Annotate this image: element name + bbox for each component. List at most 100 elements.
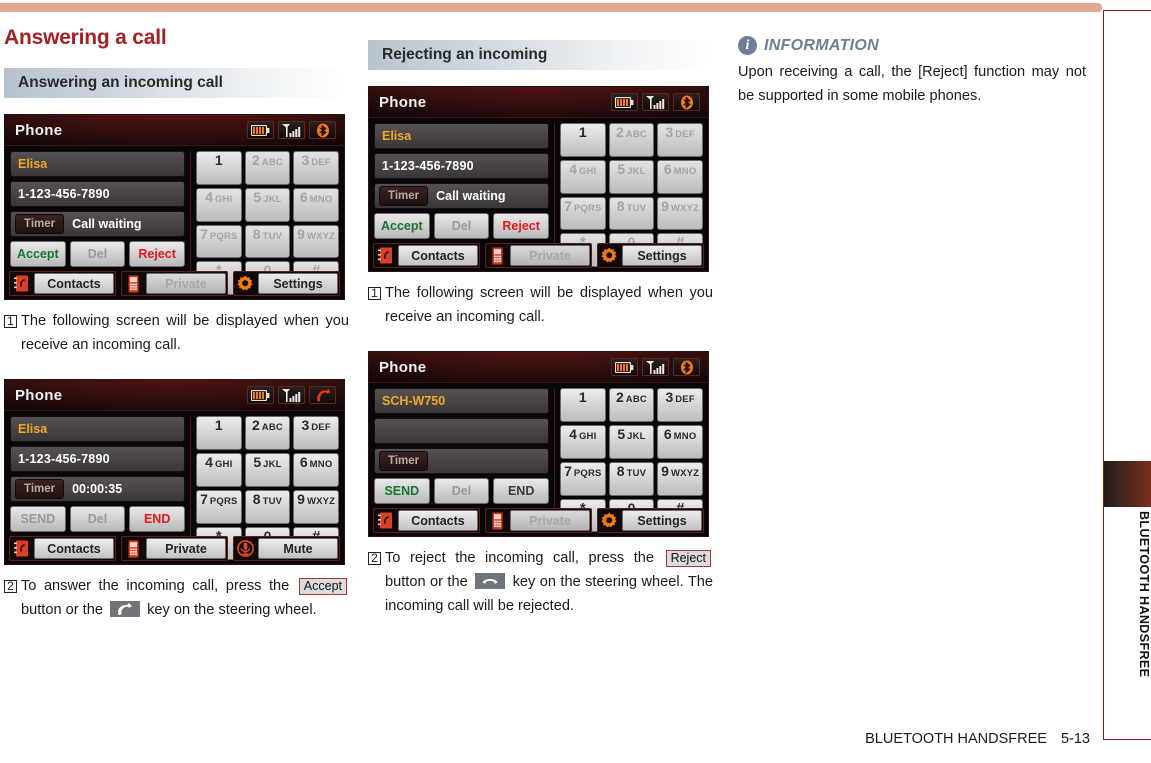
- softkey-del[interactable]: Del: [69, 506, 126, 533]
- footer-button-label: Contacts: [398, 510, 478, 532]
- keypad-key-letters: MNO: [673, 165, 697, 177]
- softkey-end[interactable]: END: [129, 506, 186, 533]
- keypad-key-8[interactable]: 8 TUV: [608, 461, 655, 496]
- keypad-key-7[interactable]: 7 PQRS: [560, 196, 606, 231]
- softkey-accept[interactable]: Accept: [374, 213, 430, 239]
- signal-icon: [642, 93, 669, 111]
- keypad-key-9[interactable]: 9 WXYZ: [293, 224, 339, 259]
- keypad-key-1[interactable]: 1: [560, 388, 606, 423]
- page-title: Answering a call: [4, 26, 167, 49]
- battery-icon: [611, 358, 638, 377]
- keypad-key-8[interactable]: 8 TUV: [244, 489, 291, 524]
- softkey-reject[interactable]: Reject: [129, 241, 186, 267]
- keypad-key-9[interactable]: 9 WXYZ: [293, 489, 339, 524]
- chapter-tab-marker: [1104, 461, 1151, 507]
- caller-number-field: 1-123-456-7890: [10, 446, 185, 473]
- phone-answer-icon: [110, 600, 141, 617]
- footer-button-label: Settings: [622, 245, 702, 266]
- information-title: INFORMATION: [764, 36, 879, 54]
- gear-icon: [235, 273, 255, 294]
- screen-title: Phone: [379, 358, 427, 376]
- keypad-key-9[interactable]: 9 WXYZ: [657, 461, 703, 496]
- middle-column: Rejecting an incoming Phone Elisa 1-123-…: [368, 40, 713, 618]
- subsection-heading-rejecting: Rejecting an incoming: [368, 40, 713, 70]
- keypad-key-2[interactable]: 2 ABC: [244, 151, 291, 185]
- keypad-key-8[interactable]: 8 TUV: [608, 196, 655, 231]
- keypad-key-4[interactable]: 4 GHI: [560, 159, 606, 194]
- footer-button-private[interactable]: Private: [485, 508, 592, 534]
- step-text-mid: button or the: [385, 573, 468, 590]
- keypad-key-3[interactable]: 3 DEF: [657, 388, 703, 423]
- keypad-key-6[interactable]: 6 MNO: [657, 159, 703, 194]
- keypad-key-digit: 3: [301, 152, 310, 168]
- caller-number-field: 1-123-456-7890: [10, 181, 185, 207]
- keypad-key-5[interactable]: 5 JKL: [608, 159, 655, 194]
- keypad-key-letters: PQRS: [209, 495, 238, 507]
- footer-button-label: Private: [146, 273, 226, 294]
- keypad-key-4[interactable]: 4 GHI: [196, 453, 242, 487]
- chapter-tab-label: BLUETOOTH HANDSFREE: [1137, 511, 1151, 678]
- softkey-del[interactable]: Del: [433, 213, 490, 239]
- footer-button-settings[interactable]: Settings: [233, 271, 340, 296]
- keypad-key-2[interactable]: 2 ABC: [608, 388, 655, 423]
- footer-button-contacts[interactable]: Contacts: [9, 271, 116, 296]
- footer-button-mute[interactable]: Mute: [233, 536, 340, 562]
- keypad-key-3[interactable]: 3 DEF: [293, 151, 339, 185]
- step-text-mid: button or the: [21, 601, 103, 618]
- footer-button-label: Private: [146, 538, 226, 560]
- keypad-key-2[interactable]: 2 ABC: [244, 416, 291, 451]
- keypad-key-letters: ABC: [625, 129, 647, 140]
- softkey-del[interactable]: Del: [69, 241, 126, 267]
- handset-icon: [309, 386, 336, 405]
- keypad-key-5[interactable]: 5 JKL: [244, 453, 291, 487]
- footer-button-private[interactable]: Private: [485, 243, 592, 268]
- footer-button-private[interactable]: Private: [121, 271, 228, 296]
- keypad-key-7[interactable]: 7 PQRS: [196, 489, 242, 524]
- keypad-key-4[interactable]: 4 GHI: [196, 187, 242, 222]
- keypad-key-7[interactable]: 7 PQRS: [196, 224, 242, 259]
- keypad-key-6[interactable]: 6 MNO: [293, 453, 339, 487]
- softkey-end[interactable]: END: [493, 478, 550, 505]
- keypad-key-6[interactable]: 6 MNO: [657, 425, 703, 459]
- keypad-key-digit: 5: [617, 426, 626, 443]
- keypad-key-1[interactable]: 1: [560, 123, 606, 157]
- subsection-heading-answering: Answering an incoming call: [4, 68, 349, 98]
- keypad-key-2[interactable]: 2 ABC: [608, 123, 655, 157]
- footer-button-contacts[interactable]: Contacts: [373, 243, 480, 268]
- accept-button-inline[interactable]: Accept: [298, 577, 347, 595]
- keypad-key-7[interactable]: 7 PQRS: [560, 461, 606, 496]
- softkey-send[interactable]: SEND: [374, 478, 430, 505]
- keypad-key-digit: 1: [214, 417, 223, 434]
- keypad-key-1[interactable]: 1: [196, 151, 242, 185]
- step-2-middle: 2 To reject the incoming call, press the…: [368, 547, 713, 618]
- footer-button-private[interactable]: Private: [121, 536, 228, 562]
- mobile-phone-icon: [123, 273, 143, 294]
- footer-button-settings[interactable]: Settings: [597, 243, 704, 268]
- keypad-key-letters: GHI: [214, 459, 233, 471]
- softkey-send[interactable]: SEND: [10, 506, 66, 533]
- footer-chapter: BLUETOOTH HANDSFREE: [865, 731, 1047, 747]
- contacts-book-icon: [11, 273, 31, 294]
- keypad-key-1[interactable]: 1: [196, 416, 242, 451]
- keypad-key-6[interactable]: 6 MNO: [293, 187, 339, 222]
- footer-button-contacts[interactable]: Contacts: [373, 508, 480, 534]
- step-number: 1: [4, 315, 17, 328]
- softkey-del[interactable]: Del: [433, 478, 490, 505]
- keypad-key-letters: TUV: [262, 495, 283, 507]
- footer-button-settings[interactable]: Settings: [597, 508, 704, 534]
- softkey-accept[interactable]: Accept: [10, 241, 66, 267]
- timer-field: Timer 00:00:35: [10, 476, 185, 503]
- keypad-key-8[interactable]: 8 TUV: [244, 224, 291, 259]
- footer-button-label: Settings: [258, 273, 338, 294]
- screenshot-incoming-call-2: Phone Elisa 1-123-456-7890 Timer Call wa…: [368, 86, 709, 272]
- keypad-key-3[interactable]: 3 DEF: [657, 123, 703, 157]
- keypad-key-3[interactable]: 3 DEF: [293, 416, 339, 451]
- keypad-key-9[interactable]: 9 WXYZ: [657, 196, 703, 231]
- reject-button-inline[interactable]: Reject: [665, 549, 712, 567]
- keypad-key-5[interactable]: 5 JKL: [244, 187, 291, 222]
- keypad-key-4[interactable]: 4 GHI: [560, 425, 606, 459]
- softkey-reject[interactable]: Reject: [493, 213, 550, 239]
- footer-button-contacts[interactable]: Contacts: [9, 536, 116, 562]
- keypad-key-5[interactable]: 5 JKL: [608, 425, 655, 459]
- keypad-key-letters: GHI: [578, 431, 597, 443]
